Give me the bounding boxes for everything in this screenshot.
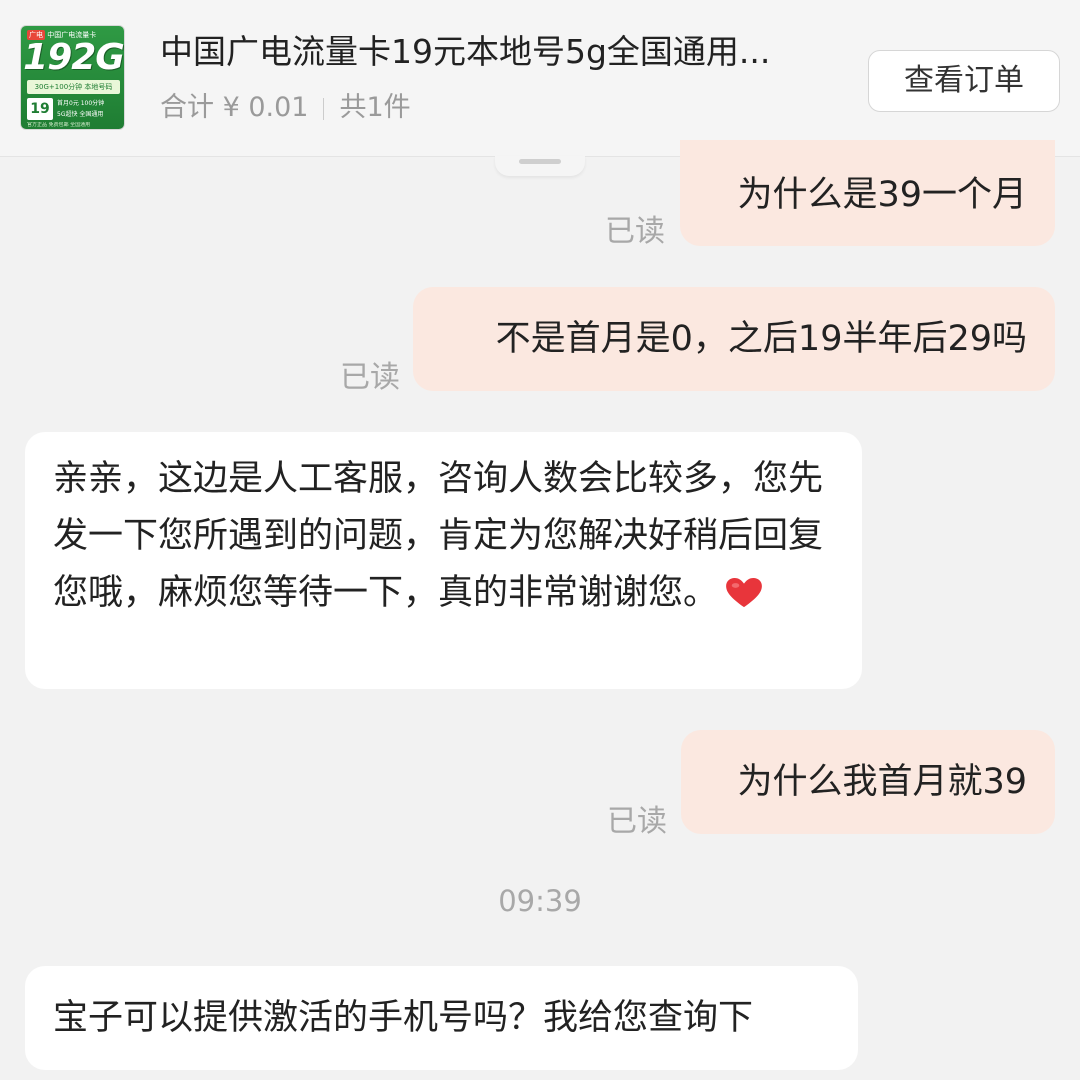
- thumb-price: 19: [27, 98, 53, 120]
- thumb-band-text: 30G+100分钟 本地号码: [27, 80, 120, 94]
- order-total: 合计 ¥ 0.01: [160, 92, 309, 123]
- message-bubble-outgoing[interactable]: 为什么我首月就39: [681, 730, 1055, 834]
- read-status: 已读: [340, 360, 400, 395]
- thumb-foot-text: 官方正品 免费包邮 全国通用: [27, 122, 91, 128]
- divider: [323, 98, 325, 120]
- chat-screen: 广电 中国广电流量卡 192G 30G+100分钟 本地号码 19 首月0元 1…: [0, 0, 1080, 1080]
- message-timestamp: 09:39: [498, 884, 582, 918]
- read-status: 已读: [605, 214, 665, 249]
- message-bubble-incoming[interactable]: 亲亲，这边是人工客服，咨询人数会比较多，您先发一下您所遇到的问题，肯定为您解决好…: [25, 432, 862, 689]
- message-bubble-incoming[interactable]: 宝子可以提供激活的手机号吗？我给您查询下: [25, 966, 858, 1070]
- collapse-handle[interactable]: [495, 156, 585, 176]
- thumb-big-text: 192G: [23, 37, 124, 78]
- red-heart-icon: [726, 577, 762, 608]
- order-summary: 合计 ¥ 0.01 共1件: [160, 88, 560, 128]
- view-order-button[interactable]: 查看订单: [868, 50, 1060, 112]
- order-card-header[interactable]: 广电 中国广电流量卡 192G 30G+100分钟 本地号码 19 首月0元 1…: [0, 0, 1080, 157]
- product-thumbnail[interactable]: 广电 中国广电流量卡 192G 30G+100分钟 本地号码 19 首月0元 1…: [20, 25, 125, 130]
- message-text: 亲亲，这边是人工客服，咨询人数会比较多，您先发一下您所遇到的问题，肯定为您解决好…: [53, 459, 824, 613]
- thumb-info: 首月0元 100分钟 5G超快 全国通用: [57, 100, 105, 118]
- message-bubble-outgoing[interactable]: 不是首月是0，之后19半年后29吗: [413, 287, 1055, 391]
- message-bubble-outgoing[interactable]: 为什么是39一个月: [680, 140, 1055, 246]
- order-item-count: 共1件: [339, 92, 411, 123]
- product-title[interactable]: 中国广电流量卡19元本地号5g全国通用...: [160, 30, 870, 74]
- read-status: 已读: [607, 804, 667, 839]
